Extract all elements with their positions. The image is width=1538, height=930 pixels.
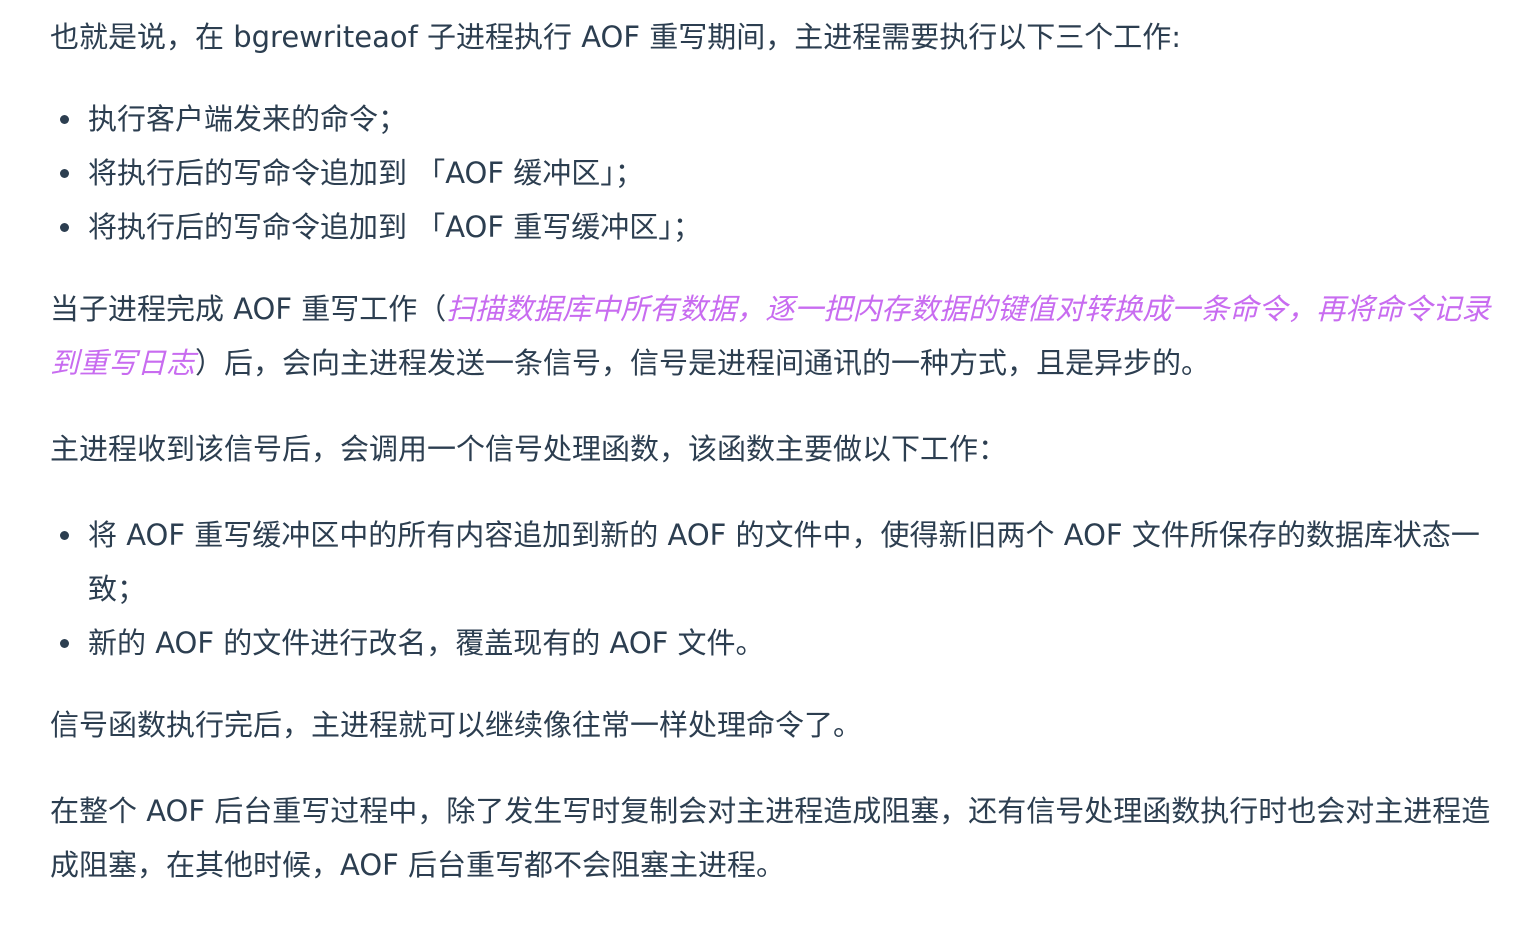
paragraph-text: 当子进程完成 AOF 重写工作（ (50, 292, 447, 326)
signal-handler-paragraph: 主进程收到该信号后，会调用一个信号处理函数，该函数主要做以下工作： (50, 432, 1008, 466)
intro-paragraph: 也就是说，在 bgrewriteaof 子进程执行 AOF 重写期间，主进程需要… (50, 20, 1182, 54)
signal-done-paragraph: 信号函数执行完后，主进程就可以继续像往常一样处理命令了。 (50, 708, 863, 742)
list-item: 将执行后的写命令追加到 「AOF 重写缓冲区」； (50, 200, 1508, 254)
main-process-tasks-list: 执行客户端发来的命令； 将执行后的写命令追加到 「AOF 缓冲区」； 将执行后的… (50, 92, 1508, 254)
blocking-summary-paragraph: 在整个 AOF 后台重写过程中，除了发生写时复制会对主进程造成阻塞，还有信号处理… (50, 794, 1491, 882)
list-item: 将 AOF 重写缓冲区中的所有内容追加到新的 AOF 的文件中，使得新旧两个 A… (50, 508, 1508, 616)
article-content: 也就是说，在 bgrewriteaof 子进程执行 AOF 重写期间，主进程需要… (0, 0, 1538, 892)
rewrite-complete-paragraph: 当子进程完成 AOF 重写工作（扫描数据库中所有数据，逐一把内存数据的键值对转换… (50, 282, 1508, 390)
list-item: 执行客户端发来的命令； (50, 92, 1508, 146)
list-item: 将执行后的写命令追加到 「AOF 缓冲区」； (50, 146, 1508, 200)
list-item: 新的 AOF 的文件进行改名，覆盖现有的 AOF 文件。 (50, 616, 1508, 670)
signal-handler-tasks-list: 将 AOF 重写缓冲区中的所有内容追加到新的 AOF 的文件中，使得新旧两个 A… (50, 508, 1508, 670)
paragraph-text: ）后，会向主进程发送一条信号，信号是进程间通讯的一种方式，且是异步的。 (195, 346, 1211, 380)
